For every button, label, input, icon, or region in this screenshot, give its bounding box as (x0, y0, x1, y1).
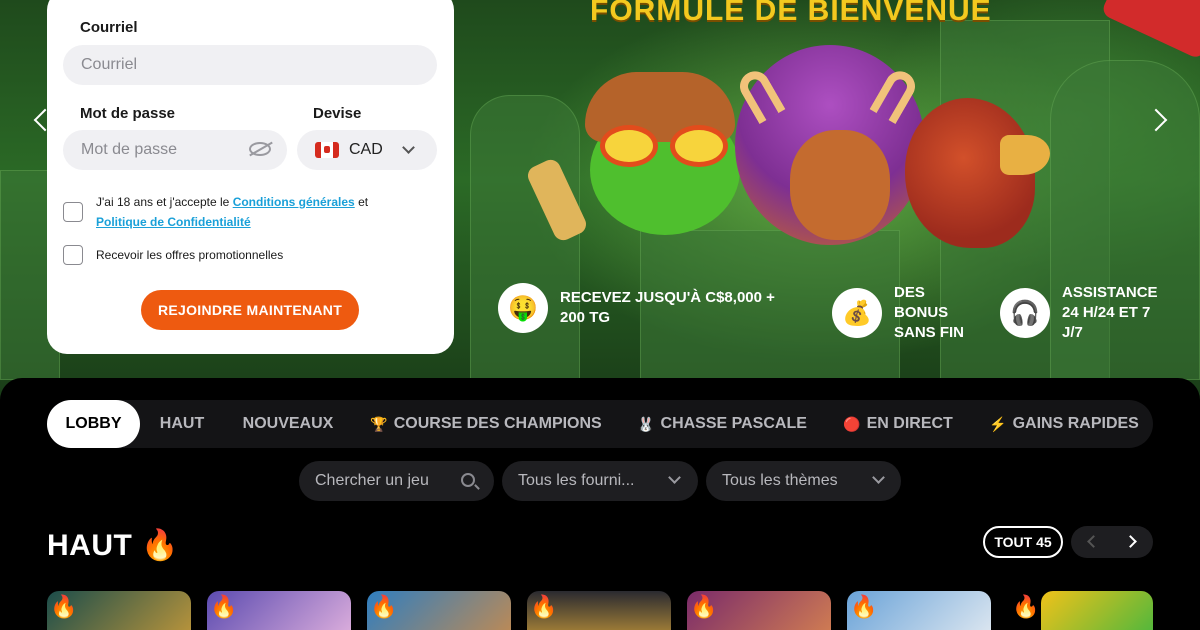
live-dot-icon: 🔴 (843, 415, 861, 432)
section-title-text: HAUT (47, 529, 133, 562)
password-field[interactable] (63, 130, 287, 170)
tab-lobby[interactable]: LOBBY (47, 400, 140, 448)
see-all-button[interactable]: TOUT 45 (983, 526, 1063, 558)
currency-label: Devise (313, 105, 362, 122)
hero-title: FORMULE DE BIENVENUE (590, 0, 992, 27)
privacy-link[interactable]: Politique de Confidentialité (96, 215, 251, 229)
eye-slash-icon[interactable] (249, 142, 271, 156)
password-input[interactable] (81, 141, 241, 159)
promo-text: Recevoir les offres promotionnelles (96, 248, 284, 262)
trophy-icon: 🏆 (370, 415, 388, 432)
headset-icon: 🎧 (1000, 288, 1050, 338)
tab-label: HAUT (159, 415, 205, 432)
tab-chasse-pascale[interactable]: 🐰 CHASSE PASCALE (634, 400, 810, 448)
canada-flag-icon (315, 142, 339, 158)
prev-games-button[interactable] (1071, 526, 1112, 558)
fire-icon: 🔥 (141, 529, 180, 562)
theme-value: Tous les thèmes (722, 472, 838, 489)
search-icon[interactable] (461, 473, 475, 487)
next-games-button[interactable] (1112, 526, 1153, 558)
tab-label: COURSE DES CHAMPIONS (393, 415, 602, 432)
tab-en-direct[interactable]: 🔴 EN DIRECT (838, 400, 958, 448)
tab-nouveaux[interactable]: NOUVEAUX (234, 400, 342, 448)
feature-endless-bonus: 💰 DES BONUS SANS FIN (832, 283, 964, 343)
tab-label: LOBBY (65, 415, 122, 432)
email-label: Courriel (80, 19, 138, 36)
sunglasses-illustration (600, 125, 730, 167)
casino-landing-page: FORMULE DE BIENVENUE 🤑 RECEVEZ JUSQU'À C… (0, 0, 1200, 630)
terms-checkbox[interactable] (63, 202, 83, 222)
chevron-down-icon (402, 141, 415, 154)
email-field[interactable] (63, 45, 437, 85)
join-now-button[interactable]: REJOINDRE MAINTENANT (141, 290, 359, 330)
money-bag-icon: 💰 (832, 288, 882, 338)
feature-text: ASSISTANCE 24 H/24 ET 7 J/7 (1062, 284, 1158, 341)
tab-label: CHASSE PASCALE (660, 415, 807, 432)
fire-icon: 🔥 (690, 594, 718, 619)
fire-icon: 🔥 (210, 594, 238, 619)
email-input[interactable] (81, 56, 437, 74)
money-face-icon: 🤑 (498, 283, 548, 333)
chevron-down-icon (668, 471, 681, 484)
fire-icon: 🔥 (370, 594, 398, 619)
promo-checkbox[interactable] (63, 245, 83, 265)
terms-text: J'ai 18 ans et j'accepte le Conditions g… (96, 192, 426, 232)
tab-gains-rapides[interactable]: ⚡ GAINS RAPIDES (986, 400, 1142, 448)
terms-prefix: J'ai 18 ans et j'accepte le (96, 195, 230, 209)
tab-haut[interactable]: HAUT (148, 400, 216, 448)
lightning-icon: ⚡ (989, 415, 1007, 432)
fire-icon: 🔥 (850, 594, 878, 619)
fire-icon: 🔥 (50, 594, 78, 619)
chevron-left-icon (1087, 535, 1100, 548)
bunny-icon: 🐰 (637, 415, 655, 432)
fire-icon: 🔥 (530, 594, 558, 619)
feature-text: RECEVEZ JUSQU'À C$8,000 + 200 TG (560, 289, 775, 326)
section-title: HAUT 🔥 (47, 528, 179, 563)
chevron-down-icon (872, 471, 885, 484)
currency-select[interactable]: CAD (297, 130, 437, 170)
feature-text: DES BONUS SANS FIN (894, 284, 965, 341)
feature-welcome-bonus: 🤑 RECEVEZ JUSQU'À C$8,000 + 200 TG (498, 283, 800, 333)
game-search-field[interactable] (299, 461, 494, 501)
theme-select[interactable]: Tous les thèmes (706, 461, 901, 501)
password-label: Mot de passe (80, 105, 176, 122)
chevron-right-icon (1124, 535, 1137, 548)
tab-label: NOUVEAUX (242, 415, 334, 432)
currency-value: CAD (349, 141, 383, 158)
provider-select[interactable]: Tous les fourni... (502, 461, 698, 501)
terms-and: et (358, 195, 369, 209)
game-search-input[interactable] (315, 472, 465, 490)
bison-face (790, 130, 890, 240)
provider-value: Tous les fourni... (518, 472, 635, 489)
tab-label: GAINS RAPIDES (1012, 415, 1139, 432)
terms-link[interactable]: Conditions générales (233, 195, 355, 209)
fire-icon: 🔥 (1012, 594, 1040, 619)
tab-label: EN DIRECT (866, 415, 953, 432)
tab-course-des-champions[interactable]: 🏆 COURSE DES CHAMPIONS (366, 400, 606, 448)
feature-support: 🎧 ASSISTANCE 24 H/24 ET 7 J/7 (1000, 283, 1172, 343)
game-tile[interactable] (1041, 591, 1153, 630)
